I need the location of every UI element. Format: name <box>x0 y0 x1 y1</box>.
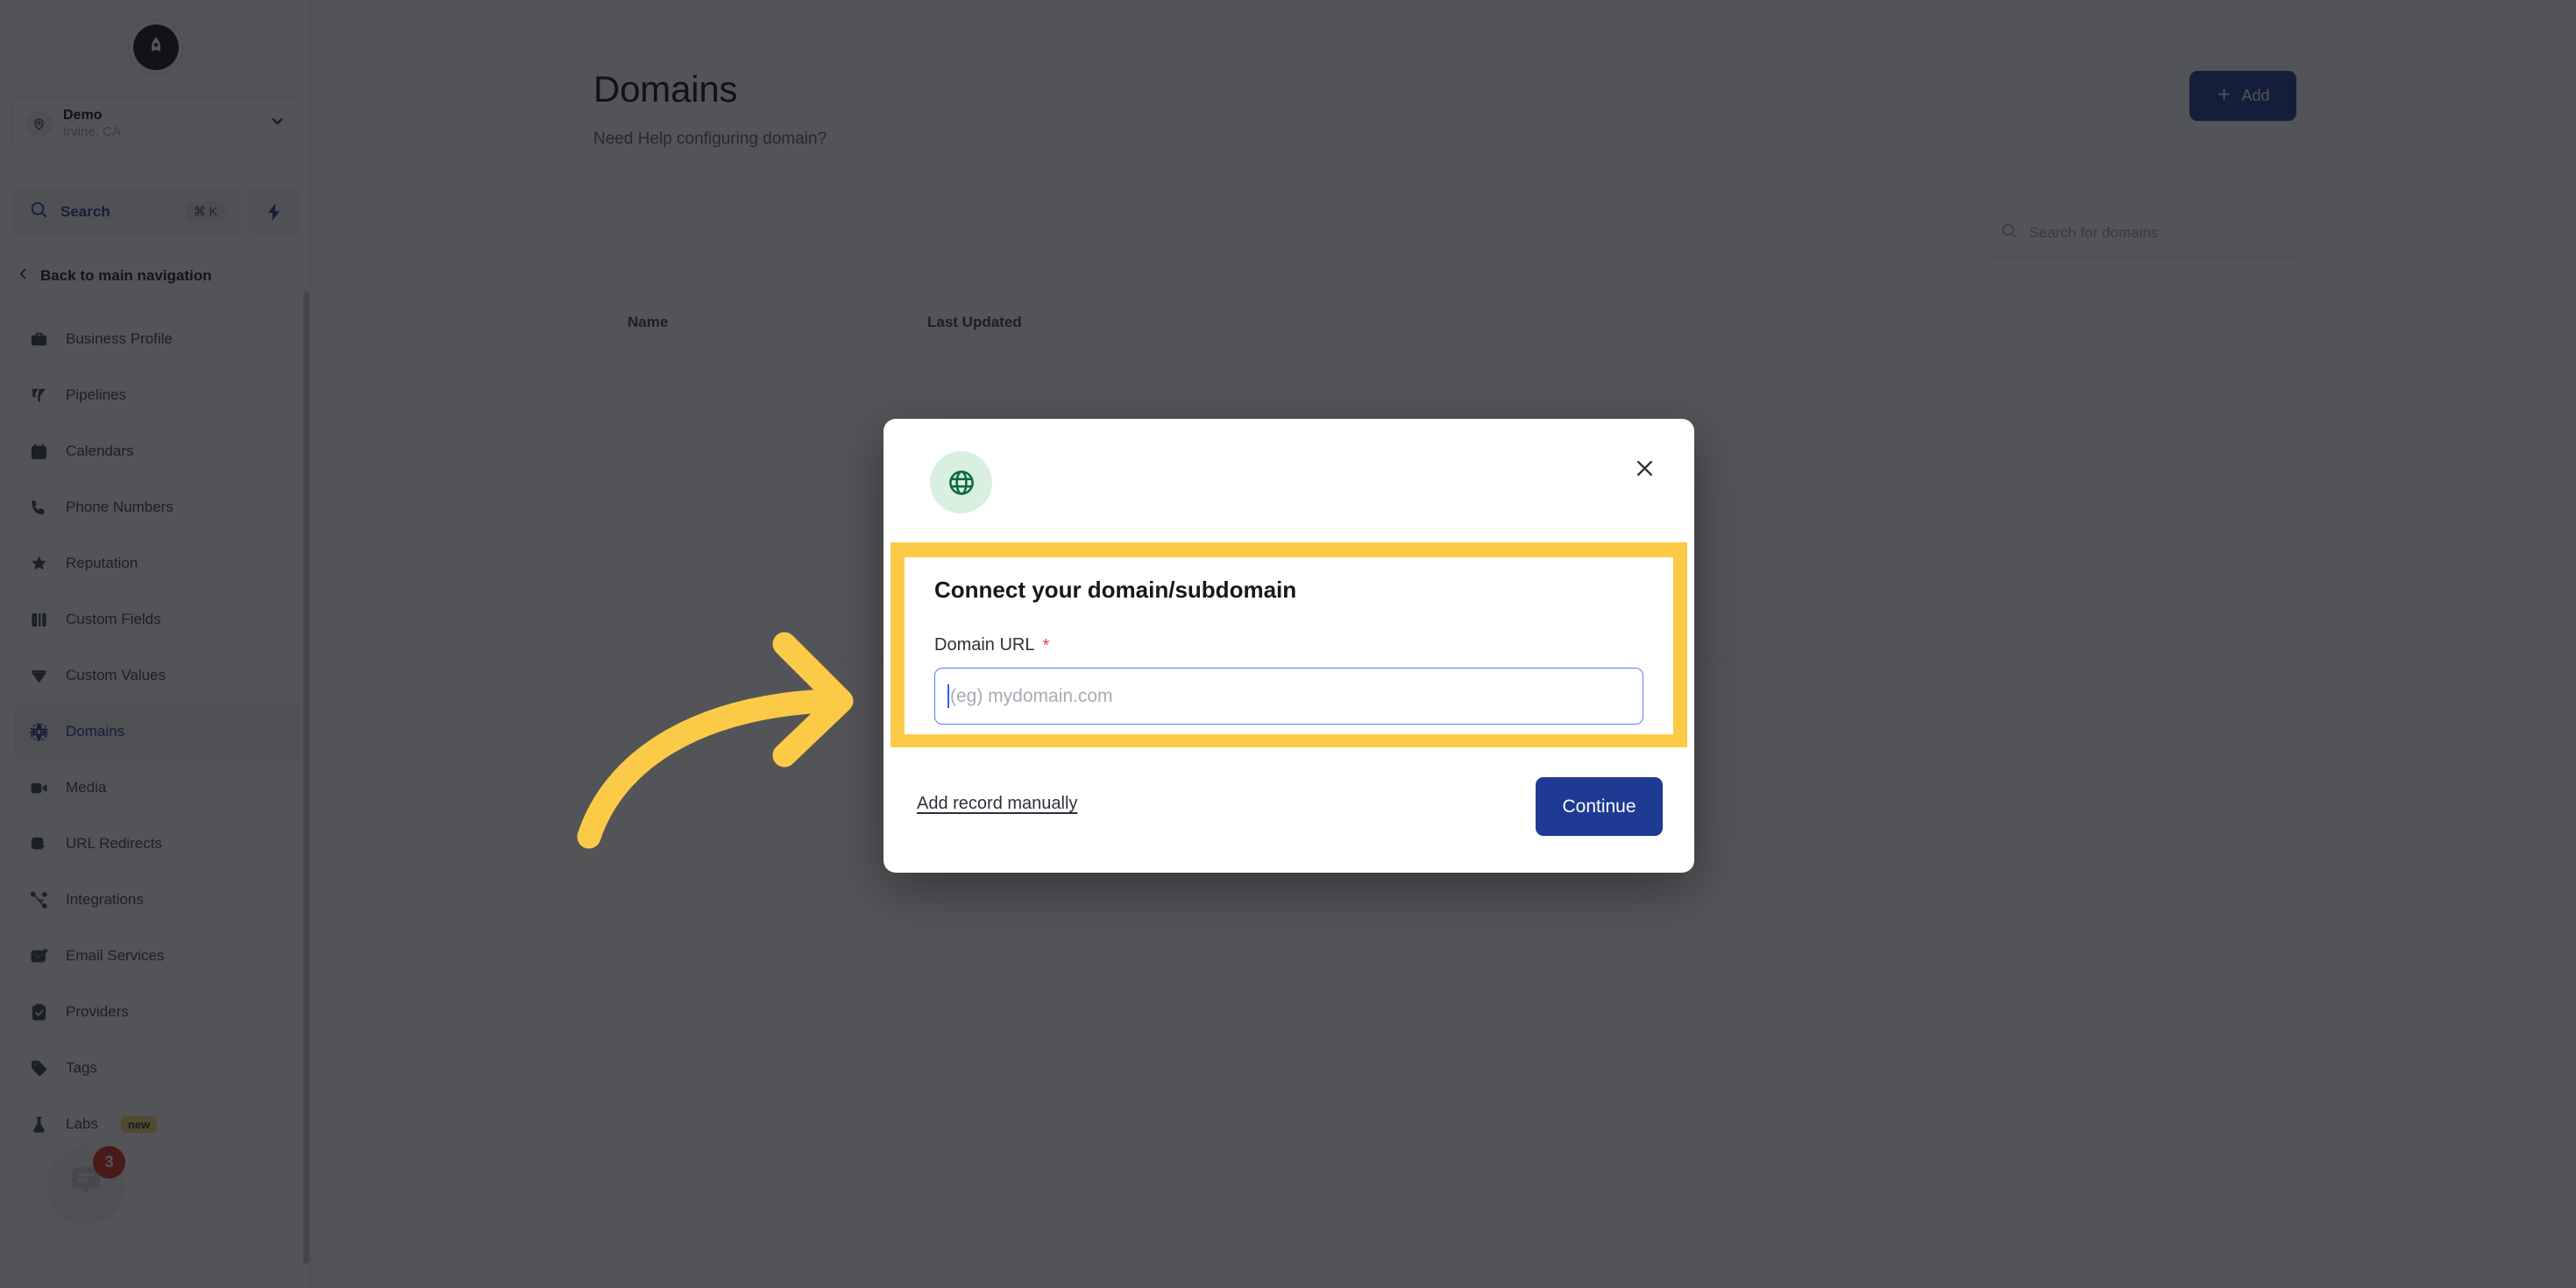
modal-title: Connect your domain/subdomain <box>934 577 1297 603</box>
globe-icon <box>930 451 992 513</box>
connect-domain-modal: Connect your domain/subdomain Domain URL… <box>884 419 1694 873</box>
modal-header <box>884 419 1694 544</box>
modal-footer: Add record manually Continue <box>884 747 1694 873</box>
continue-button[interactable]: Continue <box>1536 777 1663 836</box>
modal-body: Connect your domain/subdomain Domain URL… <box>905 557 1673 734</box>
domain-url-label: Domain URL <box>934 635 1035 655</box>
domain-url-input[interactable]: (eg) mydomain.com <box>934 668 1643 725</box>
text-caret <box>947 684 949 708</box>
close-icon[interactable] <box>1624 448 1664 488</box>
add-record-manually-link[interactable]: Add record manually <box>917 794 1077 814</box>
domain-url-placeholder: (eg) mydomain.com <box>950 685 1113 706</box>
highlight-annotation-box: Connect your domain/subdomain Domain URL… <box>891 542 1687 747</box>
required-marker: * <box>1042 635 1050 655</box>
domain-url-label-row: Domain URL * <box>934 635 1643 655</box>
